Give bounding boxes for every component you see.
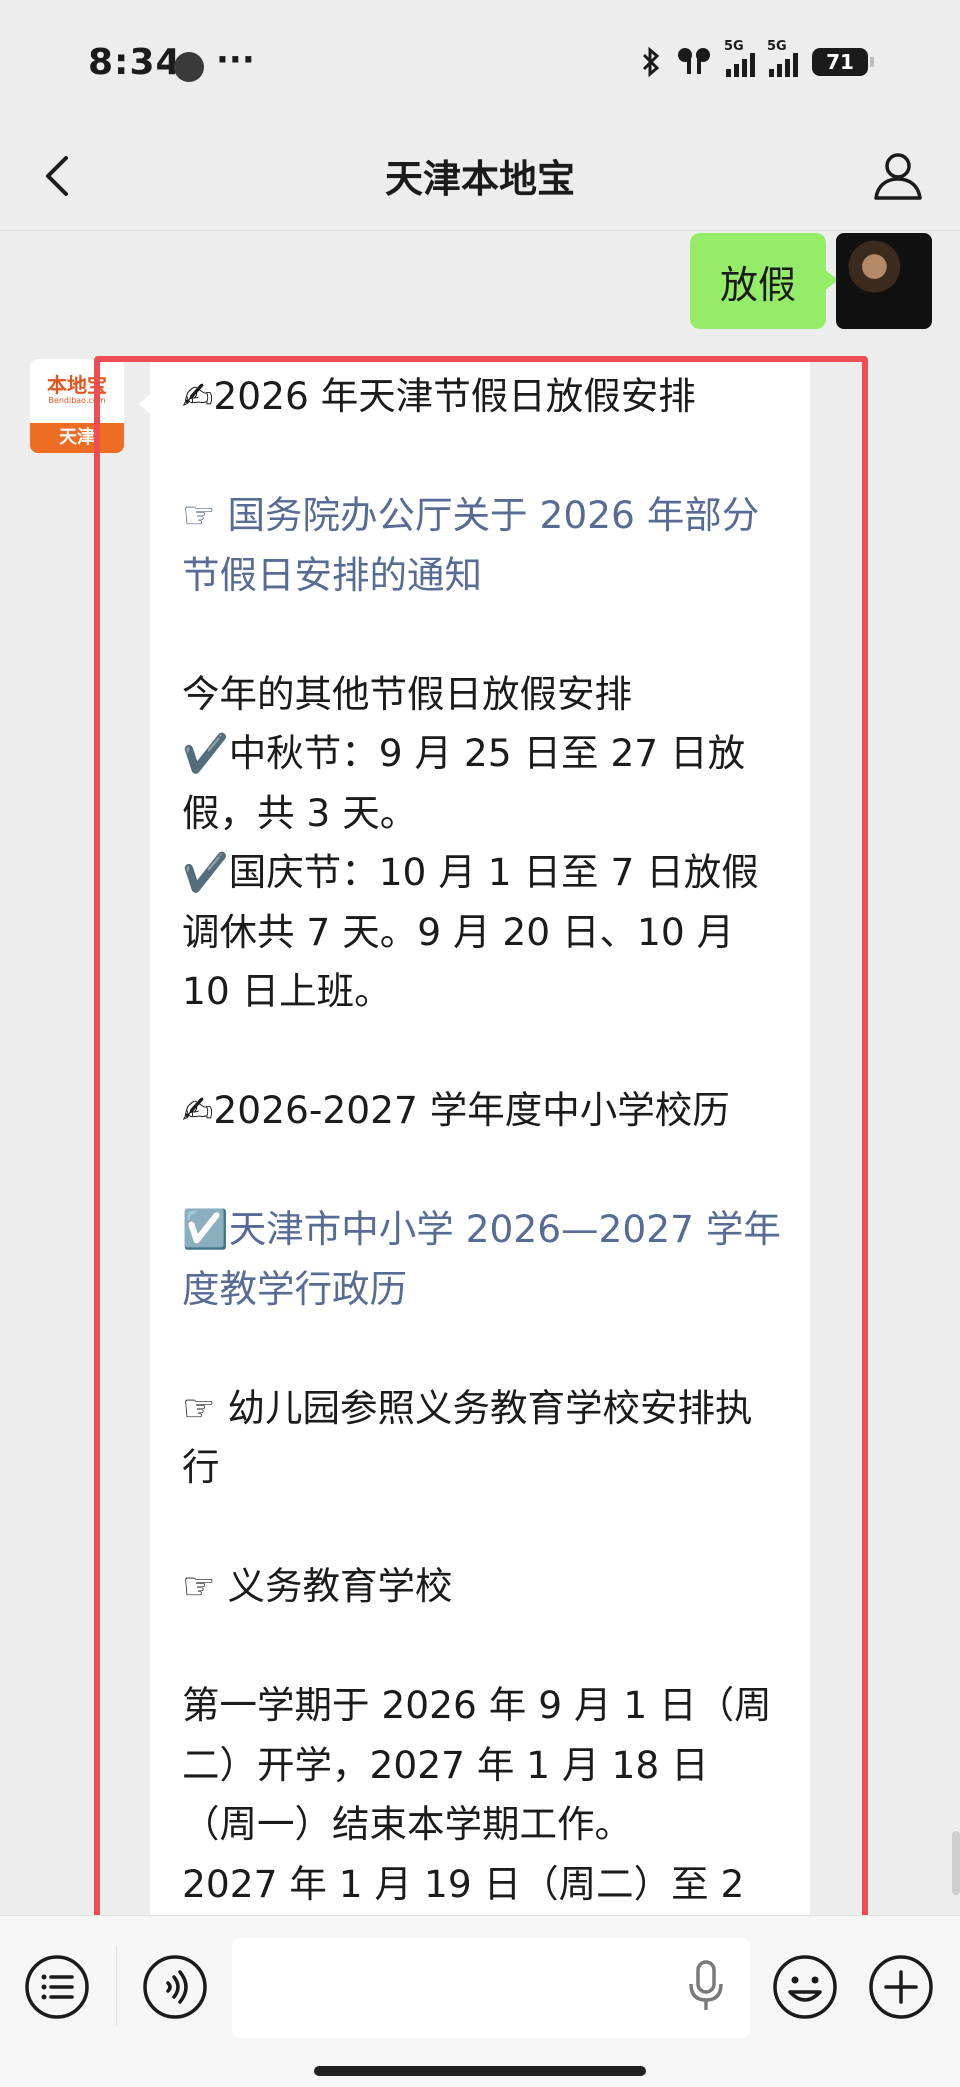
status-icons: 5G 5G 71: [640, 39, 874, 78]
earbuds-icon: [678, 48, 710, 74]
status-bar: 8:34 ··· 5G 5G 71: [0, 0, 960, 120]
menu-icon[interactable]: [22, 1952, 92, 2022]
battery-icon: 71: [812, 48, 874, 76]
bot-logo: 本地宝 Bendibao.com: [30, 359, 124, 423]
notice-link-line: ☞ 国务院办公厅关于 2026 年部分节假日安排的通知: [182, 486, 782, 605]
heading-holiday: ✍2026 年天津节假日放假安排: [182, 374, 696, 418]
bluetooth-icon: [642, 46, 660, 78]
other-holidays-heading: 今年的其他节假日放假安排: [182, 671, 632, 716]
emoji-icon[interactable]: [770, 1952, 840, 2022]
status-time: 8:34: [88, 42, 182, 83]
page-title: 天津本地宝: [384, 157, 575, 201]
plus-icon[interactable]: [866, 1952, 936, 2022]
incoming-message[interactable]: ✍2026 年天津节假日放假安排 ☞ 国务院办公厅关于 2026 年部分节假日安…: [138, 357, 810, 1915]
winter-break-text: 2027 年 1 月 19 日（周二）至 2 月: [182, 1861, 745, 1906]
bot-city: 天津: [30, 423, 124, 453]
notice-link[interactable]: ☞ 国务院办公厅关于 2026 年部分节假日安排的通知: [182, 493, 759, 597]
scrollbar[interactable]: [952, 1831, 960, 1895]
mic-icon[interactable]: [686, 1956, 726, 2016]
home-indicator[interactable]: [314, 2066, 646, 2076]
message-input[interactable]: [232, 1938, 750, 2038]
outgoing-message[interactable]: 放假: [689, 233, 839, 329]
national-day-text: ✔️国庆节：10 月 1 日至 7 日放假调休共 7 天。9 月 20 日、10…: [182, 850, 759, 1013]
compulsory-school-heading: ☞ 义务教育学校: [182, 1564, 453, 1608]
calendar-link[interactable]: 天津市中小学 2026—2027 学年度教学行政历: [182, 1207, 781, 1311]
input-bar: [0, 1915, 960, 2087]
notification-icon: [174, 52, 204, 82]
check-icon: ☑️: [182, 1207, 229, 1251]
my-avatar[interactable]: [836, 233, 932, 329]
calendar-link-line: ☑️天津市中小学 2026—2027 学年度教学行政历: [182, 1200, 782, 1319]
message-body: ✍2026 年天津节假日放假安排 ☞ 国务院办公厅关于 2026 年部分节假日安…: [182, 367, 782, 1915]
more-status-icon: ···: [216, 40, 255, 80]
signal-icon: 5G: [724, 39, 755, 77]
heading-school-calendar: ✍2026-2027 学年度中小学校历: [182, 1088, 730, 1132]
bot-avatar[interactable]: 本地宝 Bendibao.com 天津: [30, 359, 124, 453]
signal-icon-2: 5G: [767, 39, 798, 77]
chat-area[interactable]: 放假 本地宝 Bendibao.com 天津 ✍2026 年天津节假日放假安排 …: [0, 231, 960, 1915]
profile-icon[interactable]: [866, 144, 930, 208]
nav-bar: 天津本地宝: [0, 120, 960, 231]
mid-autumn-text: ✔️中秋节：9 月 25 日至 27 日放假，共 3 天。: [182, 731, 746, 835]
divider: [116, 1946, 117, 2026]
voice-icon[interactable]: [140, 1952, 210, 2022]
first-semester-text: 第一学期于 2026 年 9 月 1 日（周二）开学，2027 年 1 月 18…: [182, 1683, 772, 1846]
kindergarten-text: ☞ 幼儿园参照义务教育学校安排执行: [182, 1385, 753, 1490]
